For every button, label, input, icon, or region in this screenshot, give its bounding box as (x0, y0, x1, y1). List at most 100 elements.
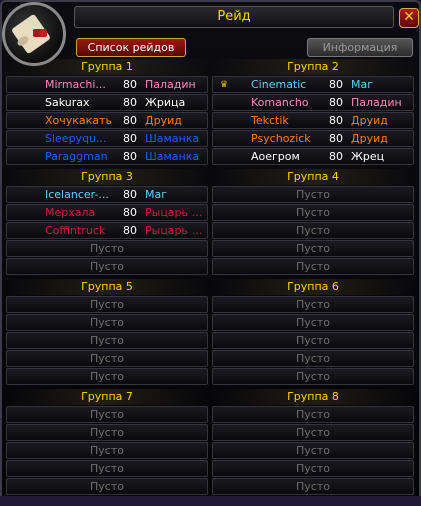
member-class: Паладин (145, 77, 196, 91)
raid-list-button[interactable]: Список рейдов (76, 38, 186, 57)
raid-member-slot[interactable]: Paraggman 80 Шаманка (6, 147, 208, 165)
raid-member-slot[interactable]: Tekctik 80 Друид (212, 111, 414, 129)
empty-slot[interactable]: Пусто (6, 477, 208, 495)
empty-slot[interactable]: Пусто (212, 257, 414, 275)
raid-member-slot[interactable]: Coffintruck 80 Рыцарь с... (6, 221, 208, 239)
empty-slot-label: Пусто (296, 259, 330, 273)
member-name: Paraggman (45, 149, 108, 163)
empty-slot[interactable]: Пусто (212, 367, 414, 385)
raid-member-slot[interactable]: Sleepyqu... 80 Шаманка (6, 129, 208, 147)
empty-slot[interactable]: Пусто (6, 331, 208, 349)
group-title: Группа 4 (212, 169, 414, 185)
member-class: Маг (145, 187, 168, 201)
empty-slot[interactable]: Пусто (6, 295, 208, 313)
raid-member-slot[interactable]: Аоегром 80 Жрец (212, 147, 414, 165)
raid-member-slot[interactable]: Хочукакать 80 Друид (6, 111, 208, 129)
group-8: Группа 8 Пусто Пусто Пусто Пусто Пусто (212, 389, 414, 495)
empty-slot-label: Пусто (296, 479, 330, 493)
member-level: 80 (329, 77, 343, 91)
member-level: 80 (123, 131, 137, 145)
info-button[interactable]: Информация (307, 38, 413, 57)
empty-slot-label: Пусто (90, 333, 124, 347)
member-name: Cinematic (251, 77, 307, 91)
footer-strip (0, 496, 421, 506)
group-title: Группа 2 (212, 59, 414, 75)
empty-slot-label: Пусто (296, 369, 330, 383)
group-1: Группа 1 Mirmachi... 80 Паладин Sakurax 80 Жри… (6, 59, 208, 165)
empty-slot[interactable]: Пусто (6, 441, 208, 459)
member-level: 80 (123, 77, 137, 91)
group-title: Группа 8 (212, 389, 414, 405)
member-level: 80 (123, 95, 137, 109)
group-6: Группа 6 Пусто Пусто Пусто Пусто Пусто (212, 279, 414, 385)
raid-portrait-icon (2, 2, 66, 66)
window-title: Рейд (74, 6, 394, 28)
member-class: Рыцарь с... (145, 223, 207, 237)
member-name: Аоегром (251, 149, 300, 163)
empty-slot-label: Пусто (296, 297, 330, 311)
empty-slot[interactable]: Пусто (212, 405, 414, 423)
member-class: Друид (351, 131, 388, 145)
member-name: Sleepyqu... (45, 131, 107, 145)
raid-member-slot[interactable]: Icelancer-... 80 Маг (6, 185, 208, 203)
member-class: Паладин (351, 95, 402, 109)
member-level: 80 (329, 149, 343, 163)
empty-slot[interactable]: Пусто (212, 477, 414, 495)
raid-member-slot[interactable]: Psychozick 80 Друид (212, 129, 414, 147)
empty-slot-label: Пусто (296, 351, 330, 365)
group-title: Группа 7 (6, 389, 208, 405)
empty-slot[interactable]: Пусто (212, 423, 414, 441)
empty-slot[interactable]: Пусто (6, 459, 208, 477)
member-name: Icelancer-... (45, 187, 109, 201)
group-2: Группа 2 ♛ Cinematic 80 Маг Komancho 80 Паладин… (212, 59, 414, 165)
empty-slot-label: Пусто (90, 425, 124, 439)
raid-member-slot[interactable]: ♛ Cinematic 80 Маг (212, 75, 414, 93)
empty-slot-label: Пусто (90, 259, 124, 273)
empty-slot-label: Пусто (90, 351, 124, 365)
member-name: Coffintruck (45, 223, 106, 237)
member-class: Друид (351, 113, 388, 127)
empty-slot[interactable]: Пусто (6, 405, 208, 423)
member-level: 80 (329, 131, 343, 145)
empty-slot[interactable]: Пусто (6, 423, 208, 441)
empty-slot[interactable]: Пусто (6, 367, 208, 385)
empty-slot[interactable]: Пусто (212, 459, 414, 477)
empty-slot-label: Пусто (296, 407, 330, 421)
group-title: Группа 5 (6, 279, 208, 295)
empty-slot-label: Пусто (296, 333, 330, 347)
raid-member-slot[interactable]: Мерхала 80 Рыцарь с... (6, 203, 208, 221)
group-7: Группа 7 Пусто Пусто Пусто Пусто Пусто (6, 389, 208, 495)
leader-crown-icon: ♛ (220, 79, 229, 90)
empty-slot[interactable]: Пусто (6, 257, 208, 275)
member-level: 80 (123, 187, 137, 201)
empty-slot[interactable]: Пусто (212, 441, 414, 459)
empty-slot-label: Пусто (90, 461, 124, 475)
empty-slot[interactable]: Пусто (212, 349, 414, 367)
raid-member-slot[interactable]: Komancho 80 Паладин (212, 93, 414, 111)
empty-slot-label: Пусто (90, 407, 124, 421)
empty-slot-label: Пусто (90, 369, 124, 383)
empty-slot[interactable]: Пусто (212, 203, 414, 221)
member-class: Рыцарь с... (145, 205, 207, 219)
raid-member-slot[interactable]: Sakurax 80 Жрица (6, 93, 208, 111)
empty-slot[interactable]: Пусто (6, 239, 208, 257)
empty-slot[interactable]: Пусто (212, 185, 414, 203)
close-button[interactable]: ✕ (399, 8, 419, 28)
member-level: 80 (123, 113, 137, 127)
empty-slot-label: Пусто (90, 241, 124, 255)
empty-slot[interactable]: Пусто (212, 239, 414, 257)
empty-slot[interactable]: Пусто (6, 313, 208, 331)
empty-slot[interactable]: Пусто (212, 295, 414, 313)
empty-slot-label: Пусто (296, 315, 330, 329)
member-class: Жрец (351, 149, 385, 163)
empty-slot[interactable]: Пусто (6, 349, 208, 367)
empty-slot[interactable]: Пусто (212, 221, 414, 239)
member-class: Друид (145, 113, 182, 127)
member-level: 80 (123, 205, 137, 219)
raid-member-slot[interactable]: Mirmachi... 80 Паладин (6, 75, 208, 93)
member-name: Хочукакать (45, 113, 112, 127)
empty-slot[interactable]: Пусто (212, 313, 414, 331)
empty-slot[interactable]: Пусто (212, 331, 414, 349)
group-3: Группа 3 Icelancer-... 80 Маг Мерхала 80 Рыцар… (6, 169, 208, 275)
member-class: Шаманка (145, 149, 200, 163)
